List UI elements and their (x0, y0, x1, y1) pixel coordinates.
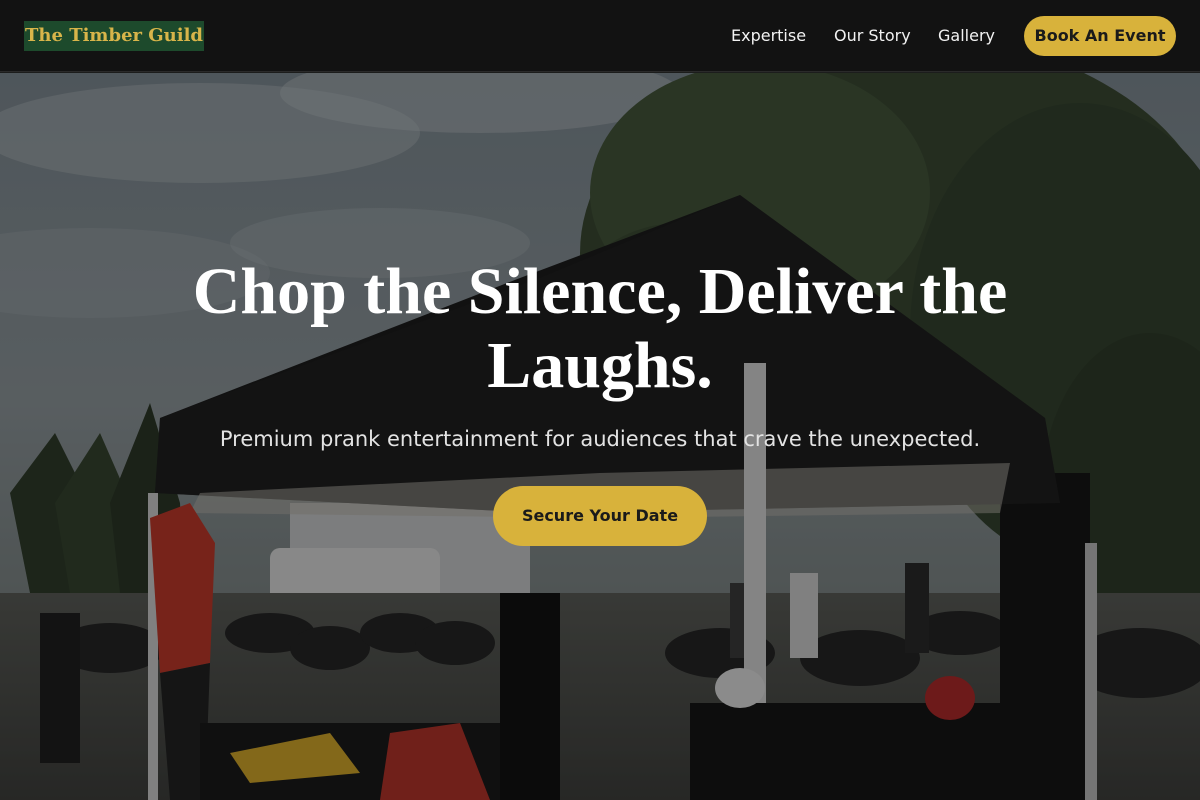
hero-subtitle: Premium prank entertainment for audience… (219, 427, 981, 451)
nav-link-expertise[interactable]: Expertise (731, 26, 806, 46)
logo[interactable]: The Timber Guild (24, 21, 204, 51)
book-event-button[interactable]: Book An Event (1024, 16, 1176, 56)
secure-date-button[interactable]: Secure Your Date (493, 486, 707, 546)
nav-link-our-story[interactable]: Our Story (834, 26, 911, 46)
nav-link-gallery[interactable]: Gallery (938, 26, 995, 46)
hero-section: Chop the Silence, Deliver the Laughs. Pr… (0, 73, 1200, 800)
hero-title: Chop the Silence, Deliver the Laughs. (192, 255, 1008, 402)
site-header: The Timber Guild Expertise Our Story Gal… (0, 0, 1200, 72)
